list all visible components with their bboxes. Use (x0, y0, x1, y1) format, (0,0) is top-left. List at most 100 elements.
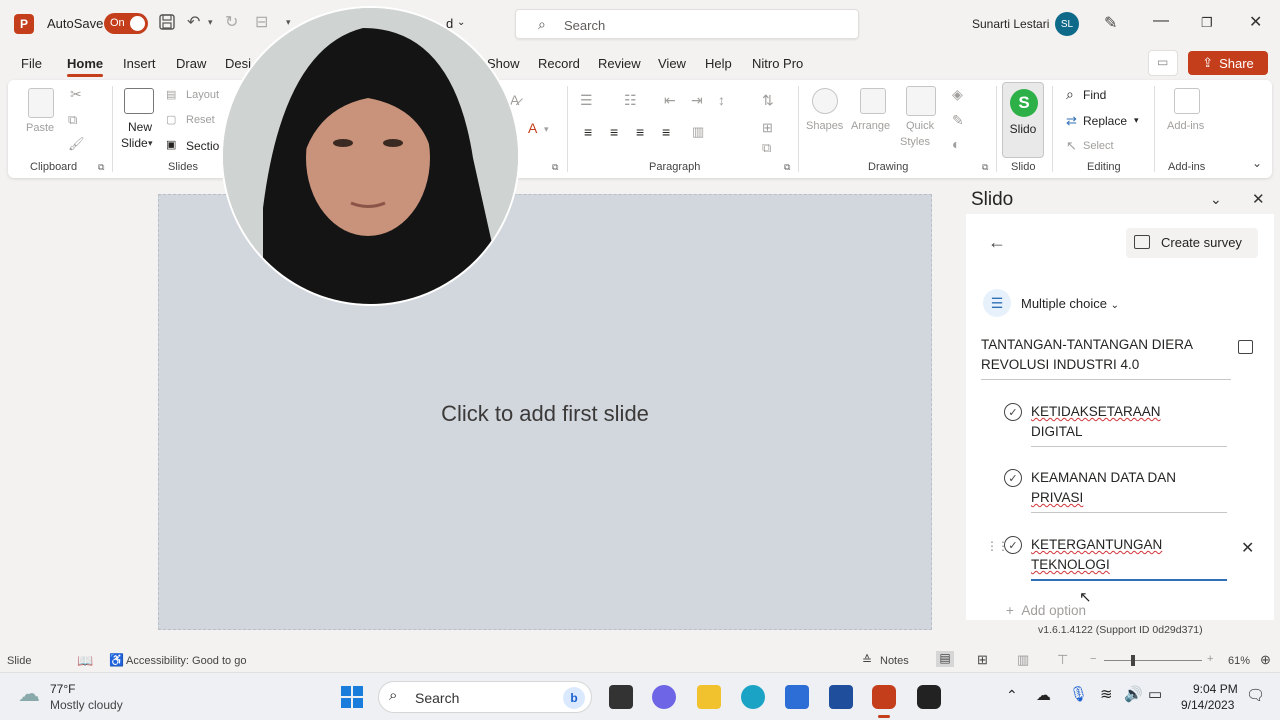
tab-insert[interactable]: Insert (123, 56, 156, 71)
recorder-icon[interactable] (917, 685, 941, 709)
create-survey-button[interactable]: Create survey (1126, 228, 1258, 258)
columns-icon[interactable]: ▥ (692, 124, 704, 140)
avatar[interactable]: SL (1055, 12, 1079, 36)
quick-styles-icon[interactable] (906, 86, 936, 116)
format-painter-icon[interactable]: 🖌 (68, 136, 85, 152)
wifi-icon[interactable]: ≋ (1100, 685, 1113, 703)
powerpoint-taskbar-icon[interactable] (872, 685, 896, 709)
slido-button[interactable]: S Slido (1002, 82, 1044, 158)
save-icon[interactable] (158, 13, 176, 36)
tab-draw[interactable]: Draw (176, 56, 206, 71)
bullets-icon[interactable]: ☰ (580, 92, 593, 109)
paste-icon[interactable] (28, 88, 54, 118)
pen-icon[interactable]: ✎ (1104, 13, 1117, 33)
autosave-toggle[interactable]: On (104, 13, 148, 34)
undo-dropdown-icon[interactable]: ▾ (208, 17, 213, 28)
check-circle-icon[interactable]: ✓ (1004, 403, 1022, 421)
increase-indent-icon[interactable]: ⇥ (691, 92, 703, 109)
align-text-icon[interactable]: ⊞ (762, 120, 773, 136)
slideshow-icon[interactable]: ⊤ (1057, 652, 1068, 668)
add-ins-icon[interactable] (1174, 88, 1200, 114)
tab-design[interactable]: Desi (225, 56, 251, 71)
text-direction-icon[interactable]: ⇅ (762, 92, 774, 109)
reset-label[interactable]: Reset (186, 114, 215, 126)
tab-home[interactable]: Home (67, 56, 104, 77)
font-color-dropdown-icon[interactable]: ▾ (544, 124, 549, 135)
redo-icon[interactable]: ↻ (225, 12, 238, 32)
slide-placeholder-text[interactable]: Click to add first slide (159, 401, 931, 427)
check-circle-icon[interactable]: ✓ (1004, 536, 1022, 554)
tab-help[interactable]: Help (705, 56, 732, 71)
copy-icon[interactable]: ⧉ (68, 112, 77, 128)
find-icon[interactable]: ⌕ (1066, 86, 1074, 103)
clock-date[interactable]: 9/14/2023 (1181, 698, 1234, 712)
onedrive-icon[interactable]: ☁ (1036, 686, 1051, 704)
task-view-icon[interactable] (609, 685, 633, 709)
zoom-level[interactable]: 61% (1228, 655, 1250, 667)
paragraph-launcher-icon[interactable]: ⧉ (784, 162, 790, 173)
shapes-icon[interactable] (812, 88, 838, 114)
back-arrow-icon[interactable]: ← (988, 232, 1006, 253)
zoom-slider[interactable] (1104, 660, 1202, 661)
file-explorer-icon[interactable] (697, 685, 721, 709)
option-input-2[interactable]: KEAMANAN DATA DAN PRIVASI (1031, 468, 1227, 513)
font-launcher-icon[interactable]: ⧉ (552, 162, 558, 173)
share-button[interactable]: ⇪ Share (1188, 51, 1268, 75)
undo-icon[interactable]: ↶ (187, 12, 200, 32)
slide-sorter-icon[interactable]: ⊞ (977, 652, 988, 668)
tab-file[interactable]: File (21, 56, 42, 71)
search-box[interactable]: ⌕ Search (515, 9, 859, 39)
file-name-dropdown-icon[interactable]: ⌄ (457, 17, 465, 28)
align-center-icon[interactable]: ≡ (610, 124, 618, 140)
question-type-select[interactable]: Multiple choice ⌄ (1021, 296, 1119, 311)
collapse-ribbon-icon[interactable]: ⌄ (1252, 156, 1262, 170)
decrease-indent-icon[interactable]: ⇤ (664, 92, 676, 109)
justify-icon[interactable]: ≡ (662, 124, 670, 140)
new-slide-label-2[interactable]: Slide (121, 136, 148, 150)
close-icon[interactable]: ✕ (1249, 12, 1262, 32)
speaker-icon[interactable]: 🔊 (1124, 685, 1143, 703)
tab-view[interactable]: View (658, 56, 686, 71)
check-circle-icon[interactable]: ✓ (1004, 469, 1022, 487)
minimize-icon[interactable]: — (1153, 12, 1169, 30)
normal-view-icon[interactable]: ▤ (936, 651, 954, 667)
replace-dropdown-icon[interactable]: ▾ (1134, 115, 1139, 126)
section-label[interactable]: Sectio (186, 139, 219, 153)
pane-close-icon[interactable]: ✕ (1252, 190, 1265, 208)
microphone-icon[interactable]: 🎙 (1069, 685, 1088, 703)
restore-icon[interactable]: ❐ (1201, 15, 1213, 31)
edge-icon[interactable] (741, 685, 765, 709)
weather-temp[interactable]: 77°F (50, 682, 75, 696)
paste-label[interactable]: Paste (26, 122, 54, 134)
new-slide-icon[interactable] (124, 88, 154, 114)
zoom-slider-thumb[interactable] (1131, 655, 1135, 666)
layout-label[interactable]: Layout (186, 89, 219, 101)
clock-time[interactable]: 9:04 PM (1193, 682, 1238, 696)
weather-icon[interactable]: ☁ (18, 681, 40, 707)
replace-label[interactable]: Replace (1083, 114, 1127, 128)
tab-record[interactable]: Record (538, 56, 580, 71)
show-hidden-icons[interactable]: ⌃ (1006, 687, 1018, 704)
reset-icon[interactable]: ▢ (166, 113, 176, 126)
section-icon[interactable]: ▣ (166, 138, 176, 151)
reading-view-icon[interactable]: ▥ (1017, 652, 1029, 668)
image-icon[interactable] (1238, 340, 1253, 354)
numbering-icon[interactable]: ☷ (624, 92, 637, 109)
teams-chat-icon[interactable] (652, 685, 676, 709)
spelling-icon[interactable]: 📖 (77, 653, 93, 669)
notes-button[interactable]: Notes (880, 655, 909, 667)
font-color-icon[interactable]: A (528, 120, 537, 136)
arrange-icon[interactable] (860, 88, 886, 114)
drawing-launcher-icon[interactable]: ⧉ (982, 162, 988, 173)
store-icon[interactable] (785, 685, 809, 709)
select-label[interactable]: Select (1083, 140, 1114, 152)
comments-button[interactable]: ▭ (1148, 50, 1178, 76)
shape-fill-icon[interactable]: ◈ (952, 86, 963, 103)
fit-to-window-icon[interactable]: ⊕ (1260, 652, 1271, 668)
option-input-1[interactable]: KETIDAKSETARAAN DIGITAL (1031, 402, 1227, 447)
tab-nitro-pro[interactable]: Nitro Pro (752, 56, 803, 71)
smartart-icon[interactable]: ⧉ (762, 140, 771, 156)
replace-icon[interactable]: ⇄ (1066, 113, 1077, 129)
find-label[interactable]: Find (1083, 88, 1106, 102)
battery-icon[interactable]: ▭ (1148, 685, 1162, 703)
